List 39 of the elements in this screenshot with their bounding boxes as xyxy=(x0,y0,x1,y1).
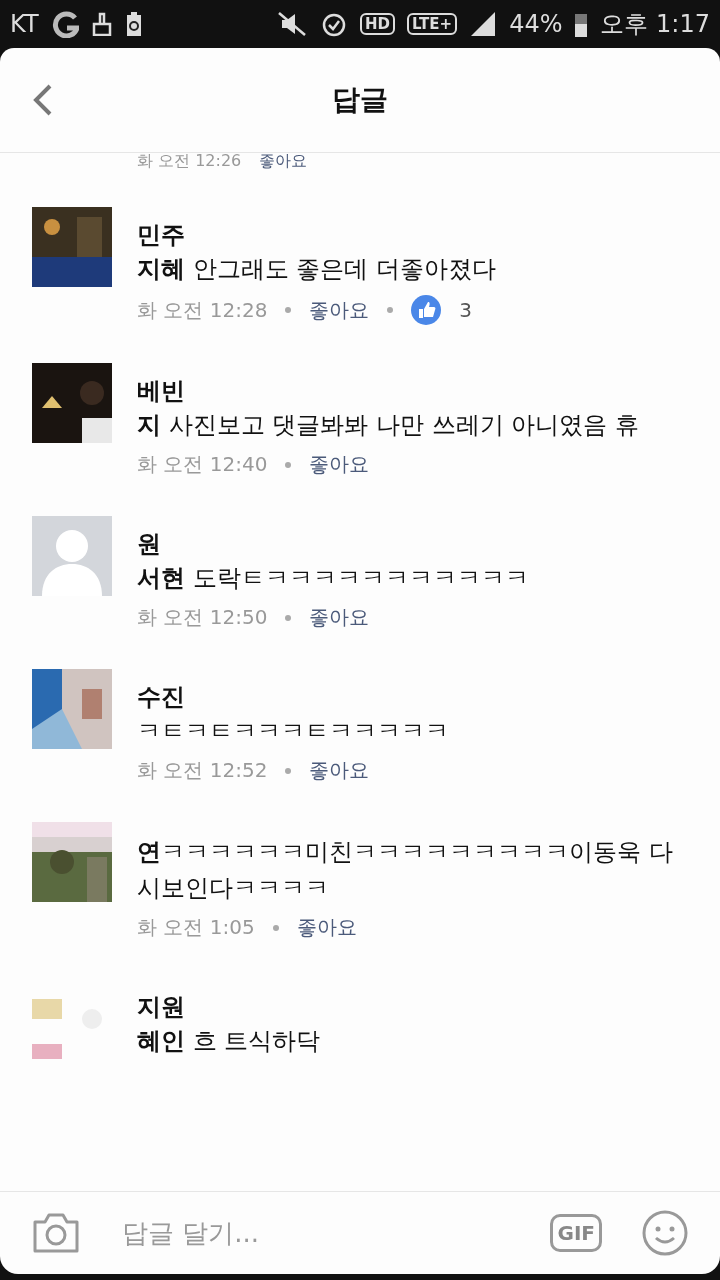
reaction-count: 3 xyxy=(459,298,473,322)
network-label: LTE+ xyxy=(407,13,458,35)
battery-label: 44% xyxy=(509,10,563,38)
comment-text: 혜인 흐 트식하닥 xyxy=(137,1026,322,1057)
like-link[interactable]: 좋아요 xyxy=(309,604,370,631)
hd-label: HD xyxy=(360,13,395,35)
emoji-icon[interactable] xyxy=(642,1210,688,1256)
like-link[interactable]: 좋아요 xyxy=(309,451,370,478)
page-title: 답글 xyxy=(332,83,388,116)
comment-time: 화 오전 12:28 xyxy=(137,296,268,324)
battery-saver-icon xyxy=(124,11,143,37)
thumbs-up-icon xyxy=(411,295,442,325)
commenter-name[interactable]: 수진 xyxy=(137,681,677,713)
carrier-label: KT xyxy=(10,10,39,38)
comment-text: 지혜 안그래도 좋은데 더좋아졌다 xyxy=(137,254,497,285)
comment-text: 연ㅋㅋㅋㅋㅋㅋ미친ㅋㅋㅋㅋㅋㅋㅋㅋㅋ이동욱 다시보인다ㅋㅋㅋㅋ xyxy=(137,837,674,904)
comment-text: 서현 도락ㅌㅋㅋㅋㅋㅋㅋㅋㅋㅋㅋㅋ xyxy=(137,563,530,594)
like-link[interactable]: 좋아요 xyxy=(259,153,308,169)
g-logo-icon xyxy=(50,10,79,38)
comment-text: ㅋㅌㅋㅌㅋㅋㅋㅌㅋㅋㅋㅋㅋ xyxy=(137,716,450,747)
reply-field[interactable]: 답글 달기... xyxy=(120,1217,511,1249)
comment-time: 화 오전 12:52 xyxy=(137,757,268,784)
like-link[interactable]: 좋아요 xyxy=(309,296,370,324)
like-link[interactable]: 좋아요 xyxy=(309,757,370,784)
comment-time: 화 오전 12:40 xyxy=(137,451,268,478)
camera-icon[interactable] xyxy=(32,1212,80,1254)
commenter-name[interactable]: 지원 xyxy=(137,991,677,1023)
mute-icon xyxy=(276,10,308,38)
comment-text: 지 사진보고 댓글봐봐 나만 쓰레기 아니였음 휴 xyxy=(137,410,640,441)
commenter-name[interactable]: 베빈 xyxy=(137,375,677,407)
cleaner-icon xyxy=(90,12,113,36)
commenter-name[interactable]: 민주 xyxy=(137,219,677,251)
comment-time: 화 오전 1:05 xyxy=(137,914,255,941)
like-link[interactable]: 좋아요 xyxy=(296,914,357,941)
clock: 오후 1:17 xyxy=(600,9,710,40)
comment-time: 화 오전 12:50 xyxy=(137,604,268,631)
comment-time: 화 오전 12:26 xyxy=(137,153,242,169)
signal-icon xyxy=(469,10,498,38)
commenter-name[interactable]: 원 xyxy=(137,528,677,560)
